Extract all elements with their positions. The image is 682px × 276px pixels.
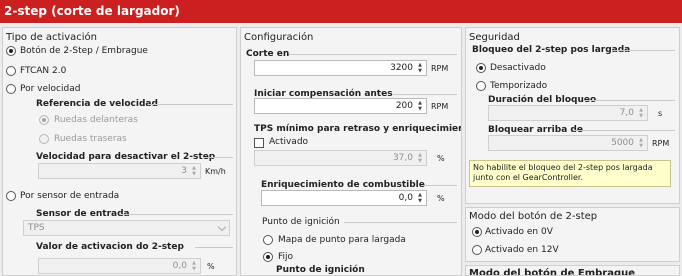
ignition-point-label: Punto de ignición — [276, 265, 365, 275]
radio-ignition-map-label[interactable]: Mapa de punto para largada — [278, 235, 406, 245]
security-panel-title: Seguridad — [469, 32, 520, 43]
speed-disable-field[interactable]: 3 ▲ ▼ — [38, 163, 201, 179]
radio-active-12v-label[interactable]: Activado en 12V — [485, 245, 559, 255]
comp-start-stepper-icon[interactable]: ▲ ▼ — [415, 100, 425, 112]
button-mode-panel: Modo del botón de 2-step Activado en 0V … — [465, 207, 680, 262]
speed-disable-unit: Km/h — [205, 167, 226, 176]
activation-value-stepper-icon[interactable]: ▲ ▼ — [189, 260, 199, 272]
cut-rpm-value: 3200 — [390, 63, 413, 73]
lock-duration-divider — [584, 100, 675, 101]
lock-duration-unit: s — [658, 109, 663, 118]
comp-start-divider — [393, 94, 457, 95]
speed-ref-divider — [148, 104, 233, 105]
fuel-enrich-unit: % — [437, 194, 445, 203]
input-sensor-select[interactable]: TPS — [23, 220, 230, 236]
lock-above-field[interactable]: 5000 ▲ ▼ — [488, 135, 648, 151]
radio-rear-wheels[interactable] — [39, 134, 49, 144]
config-panel: Configuración Corte en 3200 ▲ ▼ RPM Inici… — [240, 27, 462, 276]
radio-input-sensor-label[interactable]: Por sensor de entrada — [20, 191, 119, 201]
radio-front-wheels-label[interactable]: Ruedas delanteras — [54, 115, 138, 125]
radio-lock-timed[interactable] — [476, 81, 486, 91]
tps-enabled-checkbox[interactable] — [254, 138, 264, 148]
comp-start-value: 200 — [395, 101, 413, 111]
speed-disable-stepper-icon[interactable]: ▲ ▼ — [189, 165, 199, 177]
window-title: 2-step (corte de largador) — [0, 0, 682, 23]
radio-by-speed-label[interactable]: Por velocidad — [20, 84, 80, 94]
lock-above-value: 5000 — [611, 138, 634, 148]
radio-ignition-fixed[interactable] — [263, 252, 273, 262]
activation-value-field[interactable]: 0,0 ▲ ▼ — [38, 258, 201, 274]
tps-enabled-label[interactable]: Activado — [269, 137, 308, 147]
radio-active-12v[interactable] — [472, 245, 482, 255]
comp-start-unit: RPM — [431, 102, 449, 111]
config-panel-title: Configuración — [244, 32, 314, 43]
comp-start-field[interactable]: 200 ▲ ▼ — [254, 98, 427, 114]
radio-active-0v-label[interactable]: Activado en 0V — [485, 227, 553, 237]
radio-lock-disabled[interactable] — [476, 63, 486, 73]
lock-above-unit: RPM — [652, 139, 670, 148]
activation-value-unit: % — [207, 262, 215, 271]
speed-disable-divider — [203, 157, 233, 158]
gearcontroller-warning: No habilite el bloqueo del 2-step pos la… — [469, 160, 671, 187]
input-sensor-divider — [121, 214, 233, 215]
cut-rpm-stepper-icon[interactable]: ▲ ▼ — [415, 62, 425, 74]
radio-lock-timed-label[interactable]: Temporizado — [490, 81, 547, 91]
input-sensor-value: TPS — [28, 223, 45, 233]
button-mode-title: Modo del botón de 2-step — [469, 211, 598, 222]
cut-rpm-field[interactable]: 3200 ▲ ▼ — [254, 60, 427, 76]
lock-title-divider — [612, 50, 675, 51]
speed-disable-value: 3 — [181, 166, 187, 176]
activation-value-value: 0,0 — [172, 261, 187, 271]
lock-duration-label: Duración del bloqueo — [488, 95, 597, 105]
ignition-label: Punto de ignición — [262, 217, 340, 227]
radio-rear-wheels-label[interactable]: Ruedas traseras — [54, 134, 127, 144]
lock-above-divider — [574, 130, 675, 131]
tps-min-value: 37,0 — [392, 153, 413, 163]
speed-ref-title: Referencia de velocidad — [36, 99, 158, 109]
radio-lock-disabled-label[interactable]: Desactivado — [490, 63, 546, 73]
cut-rpm-label: Corte en — [246, 49, 290, 59]
lock-title: Bloqueo del 2-step pos largada — [472, 45, 631, 55]
activation-value-divider — [195, 247, 233, 248]
tps-min-label: TPS mínimo para retraso y enriquecimient… — [254, 124, 462, 134]
fuel-enrich-label: Enriquecimiento de combustible — [261, 180, 425, 190]
activation-value-label: Valor de activacion do 2-step — [36, 242, 184, 252]
cut-rpm-divider — [289, 54, 457, 55]
fuel-enrich-divider — [421, 185, 457, 186]
activation-panel: Tipo de activación Botón de 2-Step / Emb… — [2, 27, 237, 276]
input-sensor-label: Sensor de entrada — [36, 209, 130, 219]
security-panel: Seguridad Bloqueo del 2-step pos largada… — [465, 27, 680, 204]
lock-above-stepper-icon[interactable]: ▲ ▼ — [636, 137, 646, 149]
tps-min-stepper-icon[interactable]: ▲ ▼ — [415, 152, 425, 164]
tps-min-field[interactable]: 37,0 ▲ ▼ — [254, 150, 427, 166]
radio-button-clutch-label[interactable]: Botón de 2-Step / Embrague — [20, 46, 148, 56]
ignition-divider — [344, 222, 457, 223]
radio-front-wheels[interactable] — [39, 115, 49, 125]
tps-min-unit: % — [437, 154, 445, 163]
chevron-down-icon — [217, 222, 227, 232]
speed-disable-label: Velocidad para desactivar el 2-step — [36, 152, 216, 162]
radio-ftcan-label[interactable]: FTCAN 2.0 — [20, 66, 66, 76]
lock-duration-value: 7,0 — [619, 108, 634, 118]
fuel-enrich-field[interactable]: 0,0 ▲ ▼ — [261, 190, 427, 206]
lock-above-label: Bloquear arriba de — [488, 125, 583, 135]
radio-ftcan[interactable] — [6, 66, 16, 76]
lock-duration-stepper-icon[interactable]: ▲ ▼ — [636, 107, 646, 119]
radio-ignition-fixed-label[interactable]: Fijo — [278, 252, 293, 262]
fuel-enrich-value: 0,0 — [398, 193, 413, 203]
radio-active-0v[interactable] — [472, 227, 482, 237]
lock-duration-field[interactable]: 7,0 ▲ ▼ — [488, 105, 648, 121]
clutch-mode-panel: Modo del botón de Embrague — [465, 265, 680, 276]
activation-panel-title: Tipo de activación — [6, 32, 98, 43]
cut-rpm-unit: RPM — [431, 64, 449, 73]
radio-button-clutch[interactable] — [6, 46, 16, 56]
radio-input-sensor[interactable] — [6, 191, 16, 201]
clutch-mode-title: Modo del botón de Embrague — [469, 268, 636, 276]
radio-ignition-map[interactable] — [263, 235, 273, 245]
radio-by-speed[interactable] — [6, 84, 16, 94]
fuel-enrich-stepper-icon[interactable]: ▲ ▼ — [415, 192, 425, 204]
